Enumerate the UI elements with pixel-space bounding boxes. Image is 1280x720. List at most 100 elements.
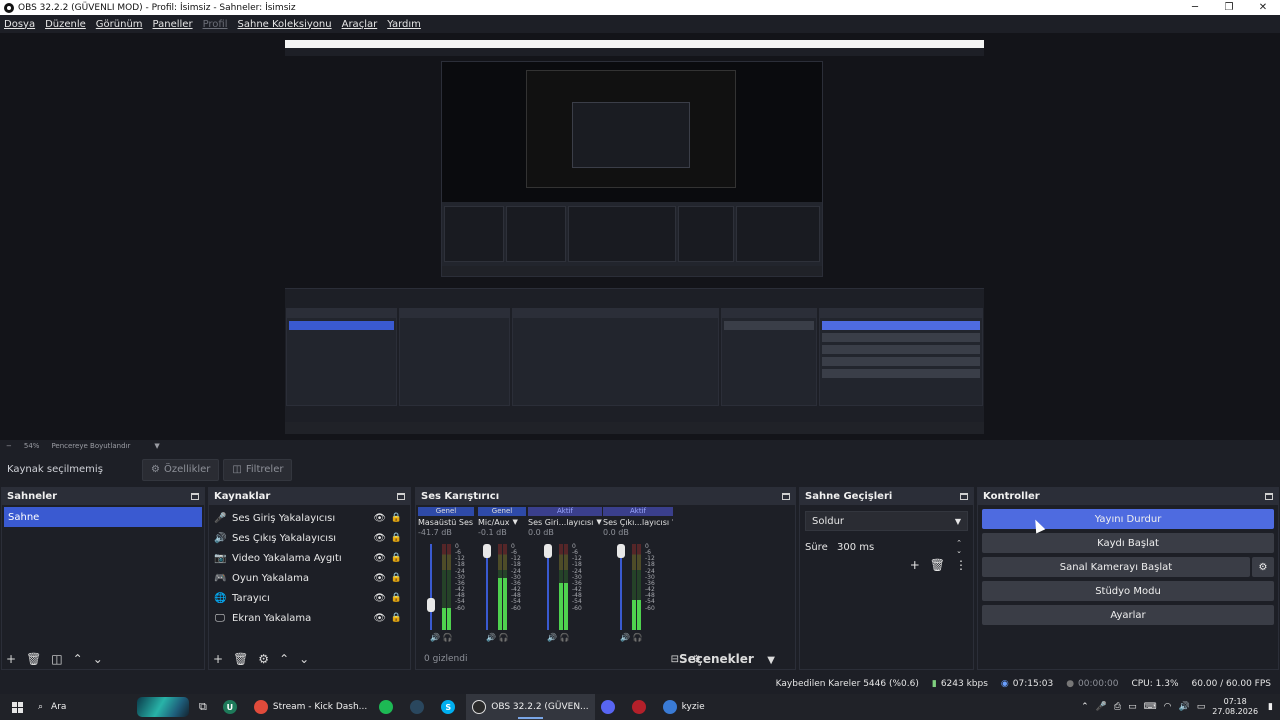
eye-icon[interactable]: 👁 bbox=[373, 573, 386, 584]
properties-button[interactable]: ⚙ Özellikler bbox=[142, 458, 220, 481]
speaker-icon[interactable]: 🔊 bbox=[430, 633, 440, 642]
source-item[interactable]: 🖵 Ekran Yakalama 👁 🔒 bbox=[209, 608, 410, 628]
menu-araclar[interactable]: Araçlar bbox=[342, 19, 378, 30]
source-item[interactable]: 🌐 Tarayıcı 👁 🔒 bbox=[209, 588, 410, 608]
speaker-icon[interactable]: 🔊 bbox=[620, 633, 630, 642]
clock[interactable]: 07:18 27.08.2026 bbox=[1212, 697, 1258, 717]
minimize-icon[interactable]: ─ bbox=[1178, 0, 1212, 15]
spin-arrows-icon[interactable]: ⌃ ⌄ bbox=[956, 539, 962, 555]
channel-name[interactable]: Ses Çıkı...layıcısı▼ bbox=[603, 516, 673, 528]
undock-icon[interactable] bbox=[191, 493, 199, 500]
taskbar-discord[interactable] bbox=[595, 694, 626, 720]
zoom-mode-select[interactable]: Pencereye Boyutlandır bbox=[51, 442, 142, 450]
preview-area[interactable] bbox=[0, 33, 1280, 440]
transition-select[interactable]: Soldur ▼ bbox=[805, 511, 968, 531]
taskbar-search[interactable]: ⌕ Ara bbox=[34, 694, 189, 720]
more-options-icon[interactable]: ⋮ bbox=[955, 558, 967, 572]
taskbar-obs[interactable]: OBS 32.2.2 (GÜVEN... bbox=[466, 694, 595, 720]
source-item[interactable]: 🎮 Oyun Yakalama 👁 🔒 bbox=[209, 568, 410, 588]
filter-icon[interactable]: ◫ bbox=[51, 652, 62, 666]
filters-button[interactable]: ◫ Filtreler bbox=[223, 458, 293, 481]
undock-icon[interactable] bbox=[960, 493, 968, 500]
taskbar-pinned-app[interactable]: U bbox=[217, 694, 248, 720]
chevron-down-icon[interactable]: ▼ bbox=[672, 518, 673, 526]
lock-icon[interactable]: 🔒 bbox=[391, 513, 402, 523]
network-icon[interactable]: ▭ bbox=[1128, 702, 1137, 712]
move-up-icon[interactable]: ⌃ bbox=[73, 652, 83, 666]
menu-gorunum[interactable]: Görünüm bbox=[96, 19, 143, 30]
windows-start-button[interactable] bbox=[0, 694, 34, 720]
monitor-headphones-icon[interactable]: 🎧 bbox=[630, 633, 643, 642]
eye-icon[interactable]: 👁 bbox=[373, 593, 386, 604]
source-item[interactable]: 🎤 Ses Giriş Yakalayıcısı 👁 🔒 bbox=[209, 508, 410, 528]
channel-name[interactable]: Masaüstü Ses▼ bbox=[418, 516, 474, 528]
menu-sahne-koleksiyonu[interactable]: Sahne Koleksiyonu bbox=[238, 19, 332, 30]
fader-knob[interactable] bbox=[617, 544, 625, 558]
chevron-up-icon[interactable]: ⌃ bbox=[1081, 702, 1089, 712]
trash-icon[interactable]: 🗑 bbox=[26, 652, 41, 666]
add-icon[interactable]: + bbox=[910, 558, 920, 572]
virtual-camera-settings-button[interactable]: ⚙ bbox=[1252, 557, 1274, 577]
monitor-headphones-icon[interactable]: 🎧 bbox=[557, 633, 570, 642]
speaker-icon[interactable]: 🔊 bbox=[486, 633, 496, 642]
keyboard-icon[interactable]: ⌨ bbox=[1144, 702, 1157, 712]
duration-spinbox[interactable]: 300 ms ⌃ ⌄ bbox=[831, 537, 968, 557]
chevron-down-icon[interactable]: ▼ bbox=[513, 518, 518, 526]
fader-knob[interactable] bbox=[483, 544, 491, 558]
notification-icon[interactable]: ▮ bbox=[1268, 702, 1273, 712]
menu-yardim[interactable]: Yardım bbox=[387, 19, 421, 30]
taskbar-red-app[interactable] bbox=[626, 694, 657, 720]
chevron-down-icon[interactable]: ▼ bbox=[154, 442, 159, 450]
undock-icon[interactable] bbox=[1265, 493, 1273, 500]
eye-icon[interactable]: 👁 bbox=[373, 533, 386, 544]
lock-icon[interactable]: 🔒 bbox=[391, 553, 402, 563]
source-item[interactable]: 🔊 Ses Çıkış Yakalayıcısı 👁 🔒 bbox=[209, 528, 410, 548]
taskbar-chrome[interactable]: Stream - Kick Dash... bbox=[248, 694, 373, 720]
layout-icon[interactable]: ⊟ bbox=[671, 654, 679, 665]
wifi-icon[interactable]: ◠ bbox=[1164, 702, 1172, 712]
trash-icon[interactable]: 🗑 bbox=[233, 652, 248, 666]
speaker-icon[interactable]: 🔊 bbox=[547, 633, 557, 642]
eye-icon[interactable]: 👁 bbox=[373, 513, 386, 524]
scene-item[interactable]: Sahne bbox=[4, 507, 202, 527]
stop-streaming-button[interactable]: Yayını Durdur bbox=[982, 509, 1274, 529]
menu-paneller[interactable]: Paneller bbox=[153, 19, 193, 30]
channel-name[interactable]: Ses Giri...layıcısı ▼ bbox=[528, 516, 602, 528]
menu-profil[interactable]: Profil bbox=[203, 19, 228, 30]
undock-icon[interactable] bbox=[782, 493, 790, 500]
lock-icon[interactable]: 🔒 bbox=[391, 613, 402, 623]
fader-knob[interactable] bbox=[427, 598, 435, 612]
microphone-icon[interactable]: 🎤 bbox=[1096, 702, 1107, 712]
taskbar-spotify[interactable] bbox=[373, 694, 404, 720]
gear-icon[interactable]: ⚙ bbox=[258, 652, 269, 666]
undock-icon[interactable] bbox=[397, 493, 405, 500]
move-down-icon[interactable]: ⌄ bbox=[299, 652, 309, 666]
monitor-headphones-icon[interactable]: 🎧 bbox=[496, 633, 509, 642]
move-up-icon[interactable]: ⌃ bbox=[279, 652, 289, 666]
settings-button[interactable]: Ayarlar bbox=[982, 605, 1274, 625]
add-icon[interactable]: + bbox=[213, 652, 223, 666]
source-item[interactable]: 📷 Video Yakalama Aygıtı 👁 🔒 bbox=[209, 548, 410, 568]
task-view-icon[interactable]: ⧉ bbox=[199, 700, 207, 714]
taskbar-steam[interactable] bbox=[404, 694, 435, 720]
chevron-down-icon[interactable]: ▼ bbox=[596, 518, 601, 526]
mixer-options-button[interactable]: Seçenekler ▼ bbox=[679, 652, 775, 666]
add-icon[interactable]: + bbox=[6, 652, 16, 666]
zoom-out-button[interactable]: − bbox=[6, 442, 12, 450]
eye-icon[interactable]: 👁 bbox=[373, 613, 386, 624]
menu-duzenle[interactable]: Düzenle bbox=[45, 19, 86, 30]
preview-canvas[interactable] bbox=[285, 40, 984, 434]
taskbar-kyzie[interactable]: kyzie bbox=[657, 694, 711, 720]
printer-icon[interactable]: ⎙ bbox=[1114, 702, 1121, 712]
eye-icon[interactable]: 👁 bbox=[373, 553, 386, 564]
lock-icon[interactable]: 🔒 bbox=[391, 573, 402, 583]
maximize-icon[interactable]: ❐ bbox=[1212, 0, 1246, 15]
monitor-headphones-icon[interactable]: 🎧 bbox=[440, 633, 453, 642]
channel-name[interactable]: Mic/Aux ▼ bbox=[478, 516, 526, 528]
move-down-icon[interactable]: ⌄ bbox=[93, 652, 103, 666]
lock-icon[interactable]: 🔒 bbox=[391, 593, 402, 603]
menu-dosya[interactable]: Dosya bbox=[4, 19, 35, 30]
lock-icon[interactable]: 🔒 bbox=[391, 533, 402, 543]
battery-icon[interactable]: ▭ bbox=[1197, 702, 1206, 712]
volume-fader[interactable] bbox=[430, 544, 432, 630]
